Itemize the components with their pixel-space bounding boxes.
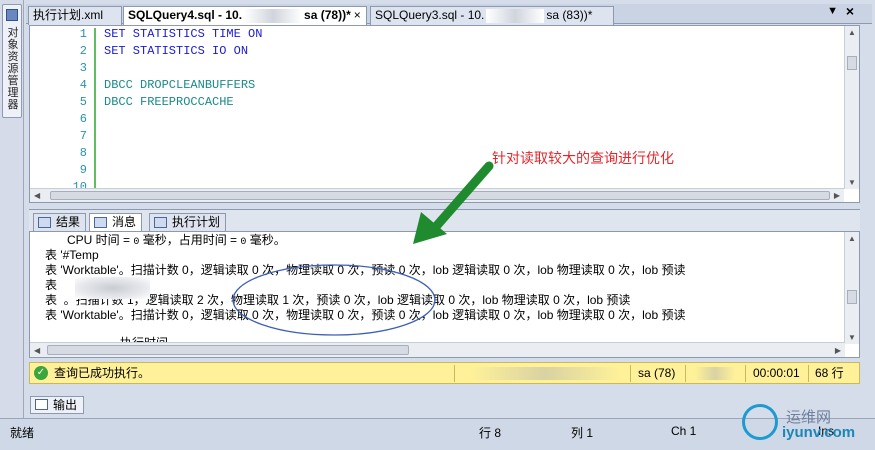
redacted-table-name [75,277,150,299]
tab-output[interactable]: 输出 [30,396,85,414]
tab-execution-plan-label: 执行计划 [172,215,221,229]
cursor-character: Ch 1 [671,424,697,438]
tab-label-suffix: sa (83))* [546,8,593,22]
message-text: 毫秒。 [246,233,286,247]
scroll-up-icon[interactable]: ▲ [848,234,856,243]
tab-messages-label: 消息 [112,215,137,229]
annotation-ellipse [232,264,436,336]
messages-vertical-scrollbar[interactable]: ▲ ▼ [844,232,859,344]
line-number: 1 [79,27,87,41]
ready-status: 就绪 [10,426,35,440]
highlight-ellipse [232,264,436,336]
code-line: DBCC DROPCLEANBUFFERS [104,78,256,92]
cursor-column: 列 1 [571,426,594,440]
scroll-right-icon[interactable]: ▶ [834,191,840,200]
line-number: 7 [79,129,87,143]
close-icon[interactable]: × [846,3,854,19]
query-row-count: 68 行 [815,366,844,380]
scroll-thumb[interactable] [847,56,857,70]
query-status-message: 查询已成功执行。 [54,366,151,380]
message-text: 毫秒，占用时间 = [139,233,241,247]
annotation-text: 针对读取较大的查询进行优化 [492,150,674,166]
tab-output-label: 输出 [53,398,78,412]
line-number: 9 [79,163,87,177]
line-number: 5 [79,95,87,109]
tab-label-prefix: SQLQuery3.sql - 10. [375,8,485,22]
document-tab-bar: 执行计划.xml SQLQuery4.sql - 10. sa (78))* × S… [26,3,872,26]
tab-sqlquery3[interactable]: SQLQuery3.sql - 10. sa (83))* [370,6,614,25]
scroll-thumb[interactable] [47,345,409,355]
query-user: sa (78) [638,366,676,380]
redacted-server [486,8,545,23]
message-line: 表 '#Temp [45,248,99,262]
chevron-down-icon[interactable]: ▼ [827,5,838,17]
tab-results[interactable]: 结果 [33,213,87,232]
scroll-left-icon[interactable]: ◀ [34,346,40,355]
redacted-server [244,8,303,23]
line-number: 3 [79,61,87,75]
scroll-right-icon[interactable]: ▶ [835,346,841,355]
scroll-left-icon[interactable]: ◀ [34,191,40,200]
redacted-database [695,367,735,380]
messages-horizontal-scrollbar[interactable]: ◀ ▶ [30,342,845,357]
scroll-down-icon[interactable]: ▼ [848,178,856,187]
object-explorer-label: 对象资源管理器 [7,27,19,111]
tab-label-suffix: sa (78))* [304,8,351,22]
message-line: 表 [45,278,58,292]
line-number: 4 [79,78,87,92]
tab-close-icon[interactable]: × [354,8,361,22]
message-line: CPU 时间 = 0 毫秒，占用时间 = 0 毫秒。 [67,233,286,248]
query-status-bar: ✓ 查询已成功执行。 sa (78) 00:00:01 68 行 [29,362,860,384]
success-check-icon: ✓ [34,366,48,380]
watermark-logo-icon [742,404,778,440]
query-elapsed-time: 00:00:01 [753,366,800,380]
watermark-line2: iyunv.com [782,424,856,441]
tab-results-label: 结果 [56,215,81,229]
tab-label: 执行计划.xml [33,8,103,22]
scroll-thumb[interactable] [847,290,857,304]
messages-panel[interactable]: CPU 时间 = 0 毫秒，占用时间 = 0 毫秒。 表 '#Temp 表 'W… [29,231,860,358]
divider [745,365,746,382]
editor-vertical-scrollbar[interactable]: ▲ ▼ [844,26,859,189]
line-number: 10 [72,180,87,188]
object-explorer-icon [6,9,18,21]
tab-execution-plan[interactable]: 执行计划 [149,213,227,232]
output-icon [35,399,48,410]
object-explorer-tab[interactable]: 对象资源管理器 [2,4,22,118]
code-line: SET STATISTICS IO ON [104,44,249,58]
line-number-gutter: 1 2 3 4 5 6 7 8 9 10 [30,26,92,189]
scroll-down-icon[interactable]: ▼ [848,333,856,342]
tab-label-prefix: SQLQuery4.sql - 10. [128,8,243,22]
watermark: 运维网 iyunv.com [740,400,870,446]
tab-sqlquery4[interactable]: SQLQuery4.sql - 10. sa (78))* × [123,6,367,26]
redacted-server-info [470,367,620,380]
code-line: SET STATISTICS TIME ON [104,27,263,41]
arrow-shaft [428,161,494,235]
divider [685,365,686,382]
code-line: DBCC FREEPROCCACHE [104,95,234,109]
annotation-arrow [413,161,494,244]
divider [808,365,809,382]
tab-execution-plan-xml[interactable]: 执行计划.xml [28,6,122,25]
grid-icon [38,217,51,228]
line-number: 8 [79,146,87,160]
line-number: 2 [79,44,87,58]
left-tool-strip: 对象资源管理器 [0,0,24,418]
scroll-up-icon[interactable]: ▲ [848,28,856,37]
change-tracking-bar [94,28,97,188]
tab-messages[interactable]: 消息 [89,213,143,232]
execution-plan-icon [154,217,167,228]
divider [454,365,455,382]
messages-icon [94,217,107,228]
message-text: CPU 时间 = [67,233,134,247]
cursor-row: 行 8 [479,426,502,440]
divider [630,365,631,382]
line-number: 6 [79,112,87,126]
